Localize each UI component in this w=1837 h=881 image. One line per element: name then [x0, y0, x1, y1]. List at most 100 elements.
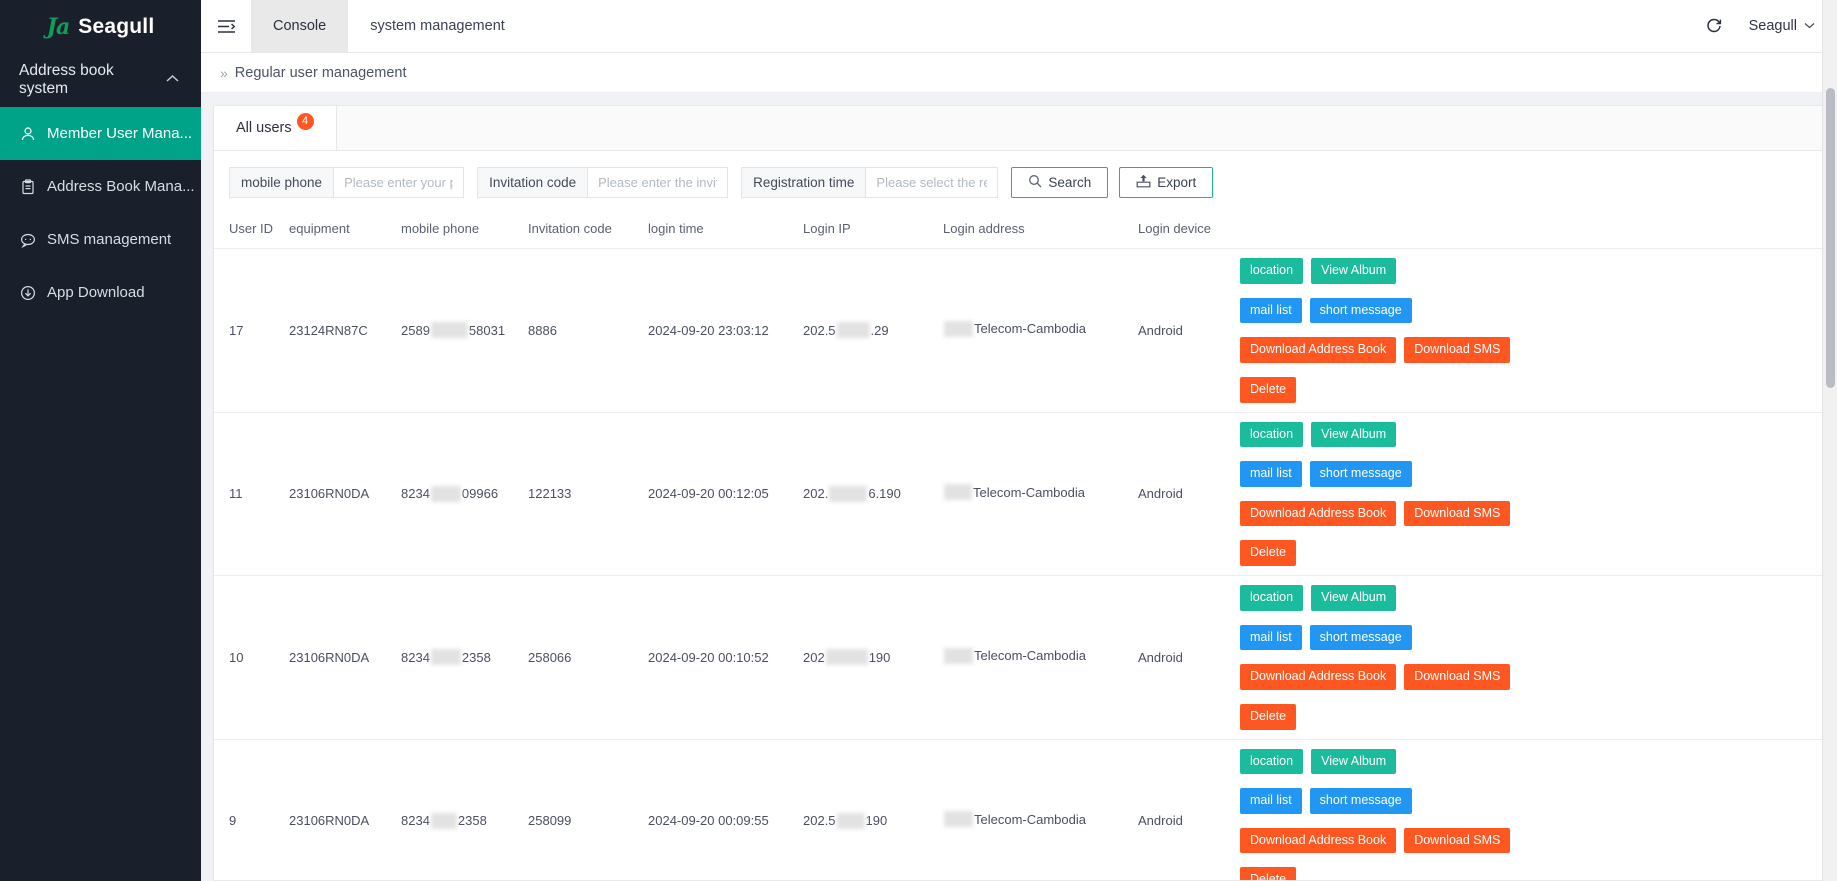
download-address-book-button[interactable]: Download Address Book: [1240, 827, 1397, 854]
users-table: User ID equipment mobile phone Invitatio…: [214, 209, 1824, 880]
cell-actions: location View Album mail list short message…: [1240, 739, 1824, 880]
col-mobile-phone: mobile phone: [401, 209, 528, 249]
search-button[interactable]: Search: [1011, 167, 1109, 198]
download-sms-button[interactable]: Download SMS: [1404, 337, 1511, 363]
cell-mobile-phone-value: 8234 09966: [401, 485, 499, 502]
view-album-button[interactable]: View Album: [1311, 585, 1397, 611]
location-button[interactable]: location: [1240, 585, 1304, 611]
menu-collapse-icon[interactable]: [201, 0, 251, 52]
redacted-mask: [944, 811, 973, 828]
cell-user-id: 10: [214, 575, 289, 740]
location-button[interactable]: location: [1240, 258, 1304, 284]
redacted-mask: [944, 484, 972, 501]
breadcrumb-current: Regular user management: [234, 64, 407, 81]
download-sms-button[interactable]: Download SMS: [1404, 500, 1511, 527]
mail-list-button[interactable]: mail list: [1240, 788, 1302, 814]
search-icon: [1028, 174, 1042, 191]
download-address-book-button[interactable]: Download Address Book: [1240, 664, 1397, 690]
sidebar-group-address-book-system[interactable]: Address book system: [0, 53, 201, 107]
cell-equipment: 23106RN0DA: [289, 575, 401, 740]
cell-login-device: Android: [1138, 412, 1240, 576]
breadcrumb: » Regular user management: [201, 53, 1837, 93]
short-message-button[interactable]: short message: [1309, 461, 1412, 487]
redacted-mask: [836, 322, 870, 339]
users-table-body: 17 23124RN87C 2589 58031 8886 2024-09-20 23:0…: [214, 248, 1824, 880]
mail-list-button[interactable]: mail list: [1240, 297, 1302, 324]
topbar: Console system management Seagull: [201, 0, 1837, 53]
cell-login-ip-value: 202.5 190: [803, 812, 888, 829]
sidebar-item-sms-management[interactable]: SMS management: [0, 213, 201, 266]
mail-list-button[interactable]: mail list: [1240, 624, 1302, 651]
breadcrumb-arrow-icon: »: [220, 64, 228, 81]
short-message-button[interactable]: short message: [1309, 297, 1412, 324]
delete-button[interactable]: Delete: [1240, 376, 1297, 403]
filter-mobile-phone: mobile phone: [229, 167, 465, 198]
content-area: All users 4 mobile phone Invitation code: [201, 93, 1837, 881]
redacted-mask: [944, 647, 973, 664]
redacted-mask: [944, 320, 973, 337]
cell-login-address-value: Telecom-Cambodia: [943, 811, 1086, 828]
sidebar-item-label: Address Book Mana...: [47, 178, 195, 195]
col-login-device: Login device: [1138, 209, 1240, 249]
invitation-code-input[interactable]: [587, 167, 729, 198]
col-user-id: User ID: [214, 209, 289, 249]
export-button-label: Export: [1157, 175, 1197, 190]
cell-mobile-phone-value: 8234 2358: [401, 649, 491, 666]
mail-list-button[interactable]: mail list: [1240, 461, 1302, 487]
download-sms-button[interactable]: Download SMS: [1404, 827, 1511, 854]
app-root: Ja Seagull Address book system Member Us…: [0, 0, 1837, 881]
sidebar: Ja Seagull Address book system Member Us…: [0, 0, 201, 881]
cell-login-address-value: Telecom-Cambodia: [943, 320, 1086, 337]
brand-logo[interactable]: Ja Seagull: [0, 0, 201, 53]
cell-login-ip: 202 190: [803, 575, 943, 740]
sidebar-item-address-book-management[interactable]: Address Book Mana...: [0, 160, 201, 213]
page-scrollbar[interactable]: [1822, 0, 1837, 881]
refresh-icon[interactable]: [1705, 17, 1723, 35]
view-album-button[interactable]: View Album: [1311, 258, 1397, 284]
cell-login-ip-value: 202. 6.190: [803, 485, 901, 502]
cell-invitation-code: 258099: [528, 739, 648, 880]
tab-all-users[interactable]: All users 4: [214, 106, 337, 150]
view-album-button[interactable]: View Album: [1311, 421, 1397, 448]
delete-button[interactable]: Delete: [1240, 703, 1297, 730]
cell-login-ip: 202.5 190: [803, 739, 943, 880]
cell-actions: location View Album mail list short message…: [1240, 412, 1824, 576]
registration-time-input[interactable]: [865, 167, 999, 198]
page-scrollbar-thumb[interactable]: [1826, 88, 1835, 388]
short-message-button[interactable]: short message: [1309, 624, 1412, 651]
cell-invitation-code: 8886: [528, 248, 648, 413]
delete-button[interactable]: Delete: [1240, 540, 1297, 566]
cell-login-address-value: Telecom-Cambodia: [943, 647, 1086, 664]
cell-mobile-phone-value: 2589 58031: [401, 322, 506, 339]
redacted-mask: [430, 649, 461, 666]
export-button[interactable]: Export: [1119, 167, 1214, 198]
redacted-mask: [430, 322, 468, 339]
location-button[interactable]: location: [1240, 421, 1304, 448]
topbar-right: Seagull: [1705, 0, 1837, 52]
table-row: 9 23106RN0DA 8234 2358 258099 2024-09-20 00:0…: [214, 739, 1824, 880]
user-menu[interactable]: Seagull: [1749, 18, 1815, 34]
location-button[interactable]: location: [1240, 748, 1304, 775]
users-table-scroll[interactable]: User ID equipment mobile phone Invitatio…: [214, 209, 1824, 880]
download-sms-button[interactable]: Download SMS: [1404, 664, 1511, 690]
download-circle-icon: [19, 284, 36, 301]
sidebar-item-app-download[interactable]: App Download: [0, 266, 201, 319]
cell-login-ip-value: 202 190: [803, 649, 891, 666]
mobile-phone-input[interactable]: [333, 167, 465, 198]
cell-invitation-code: 122133: [528, 412, 648, 576]
download-address-book-button[interactable]: Download Address Book: [1240, 337, 1397, 363]
cell-login-address: Telecom-Cambodia: [943, 412, 1138, 576]
cell-equipment: 23106RN0DA: [289, 412, 401, 576]
view-album-button[interactable]: View Album: [1311, 748, 1397, 775]
download-address-book-button[interactable]: Download Address Book: [1240, 500, 1397, 527]
row-action-buttons: location View Album mail list short message…: [1240, 258, 1550, 403]
short-message-button[interactable]: short message: [1309, 788, 1412, 814]
delete-button[interactable]: Delete: [1240, 867, 1297, 880]
redacted-mask: [825, 649, 868, 666]
topbar-tab-system-management[interactable]: system management: [348, 0, 527, 52]
sidebar-item-member-user-management[interactable]: Member User Mana...: [0, 107, 201, 160]
cell-invitation-code: 258066: [528, 575, 648, 740]
filter-registration-time-label: Registration time: [741, 167, 866, 198]
cell-mobile-phone: 2589 58031: [401, 248, 528, 413]
topbar-tab-console[interactable]: Console: [251, 0, 349, 52]
